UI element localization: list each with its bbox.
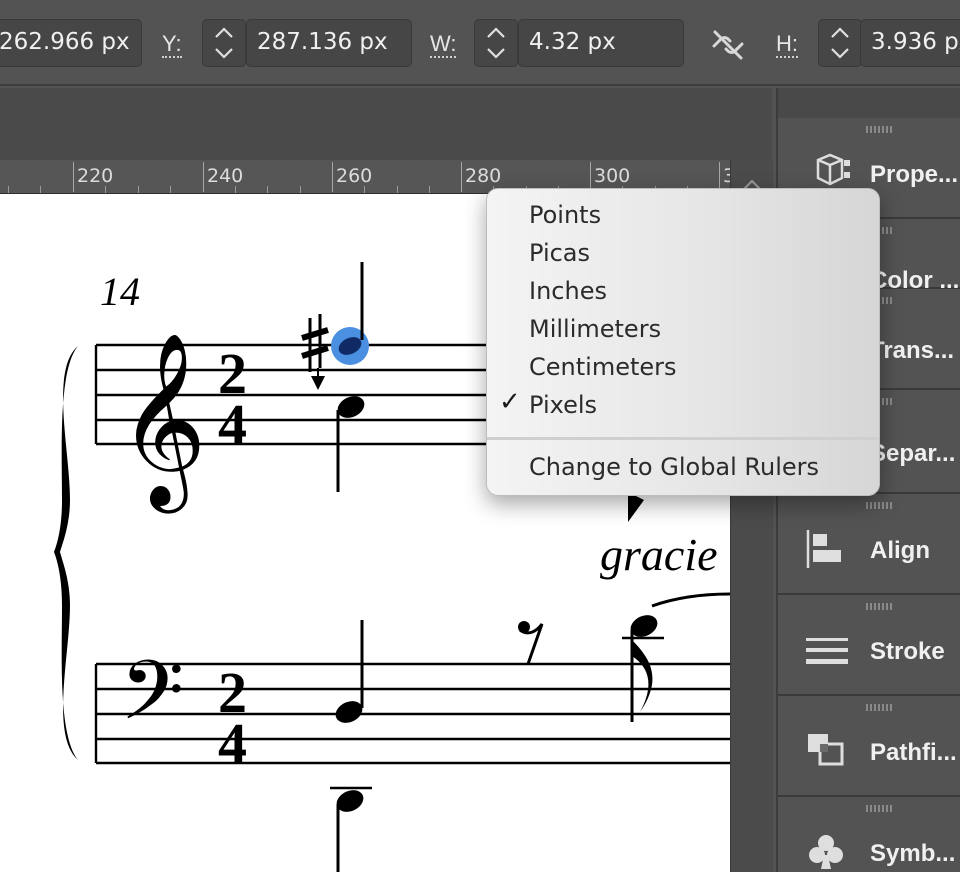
- menu-item-pixels[interactable]: Pixels: [529, 391, 597, 419]
- ruler-label: 3: [723, 165, 730, 187]
- control-bar: 262.966 px Y: 287.136 px W: 4.32 px H: 3…: [0, 0, 960, 86]
- pathfinder-icon: [808, 734, 844, 766]
- eighth-rest: [518, 621, 544, 665]
- panel-stroke[interactable]: Stroke: [778, 595, 960, 696]
- slur: [651, 592, 730, 608]
- ruler-label: 240: [207, 165, 244, 187]
- arrow-head: [311, 376, 325, 390]
- w-stepper[interactable]: [474, 19, 518, 67]
- bass-clef: 𝄢: [120, 642, 184, 759]
- panel-label: Separ...: [870, 440, 956, 467]
- menu-item-points[interactable]: Points: [529, 201, 601, 229]
- panel-label: Prope...: [870, 161, 959, 188]
- cube-icon: [816, 153, 850, 186]
- ruler-label: 300: [594, 165, 631, 187]
- note-flag: [628, 492, 644, 522]
- panel-pathfinder[interactable]: Pathfi...: [778, 696, 960, 797]
- ruler-units-menu: Points Picas Inches Millimeters Centimet…: [486, 188, 880, 496]
- sharp-accidental: [301, 314, 329, 384]
- ruler-label: 280: [465, 165, 502, 187]
- y-stepper[interactable]: [202, 19, 246, 67]
- menu-item-picas[interactable]: Picas: [529, 239, 590, 267]
- panel-grip[interactable]: [866, 603, 892, 610]
- panel-symbols[interactable]: Symb...: [778, 797, 960, 872]
- menu-item-centimeters[interactable]: Centimeters: [529, 353, 677, 381]
- panel-label: Align: [870, 537, 930, 564]
- bass-staff: [94, 662, 730, 765]
- panel-label: Stroke: [870, 638, 945, 665]
- expression-text: gracie: [600, 529, 718, 580]
- panel-grip[interactable]: [866, 502, 892, 509]
- w-label: W:: [430, 31, 457, 58]
- panel-dock-header[interactable]: [778, 88, 960, 119]
- x-field[interactable]: 262.966 px: [0, 19, 142, 67]
- stroke-icon: [806, 638, 848, 664]
- checkmark-icon: ✓: [499, 387, 521, 417]
- menu-item-inches[interactable]: Inches: [529, 277, 607, 305]
- constrain-proportions-icon[interactable]: [708, 28, 748, 67]
- time-sig-bottom: 4: [218, 711, 247, 776]
- brace: [54, 346, 78, 760]
- align-icon: [806, 530, 841, 568]
- time-sig-bottom: 4: [218, 392, 247, 457]
- panel-grip[interactable]: [866, 805, 892, 812]
- ruler-label: 260: [336, 165, 373, 187]
- y-label: Y:: [162, 31, 182, 58]
- menu-separator: [487, 437, 879, 440]
- w-field[interactable]: 4.32 px: [518, 19, 684, 67]
- menu-item-global-rulers[interactable]: Change to Global Rulers: [529, 453, 819, 481]
- panel-label: Trans...: [870, 337, 955, 364]
- h-stepper[interactable]: [818, 19, 862, 67]
- panel-grip[interactable]: [866, 126, 892, 133]
- panel-label: Pathfi...: [870, 739, 957, 766]
- panel-label: Symb...: [870, 840, 956, 867]
- document-tab-bar: [0, 88, 772, 160]
- treble-clef: 𝄞: [118, 332, 207, 514]
- panel-align[interactable]: Align: [778, 494, 960, 595]
- club-icon: [809, 835, 843, 869]
- measure-number: 14: [100, 269, 140, 314]
- h-field[interactable]: 3.936 px: [860, 19, 960, 67]
- note-flag: [632, 640, 653, 712]
- ruler-label: 220: [77, 165, 114, 187]
- y-field[interactable]: 287.136 px: [246, 19, 412, 67]
- h-label: H:: [776, 31, 798, 58]
- panel-grip[interactable]: [866, 704, 892, 711]
- menu-item-millimeters[interactable]: Millimeters: [529, 315, 661, 343]
